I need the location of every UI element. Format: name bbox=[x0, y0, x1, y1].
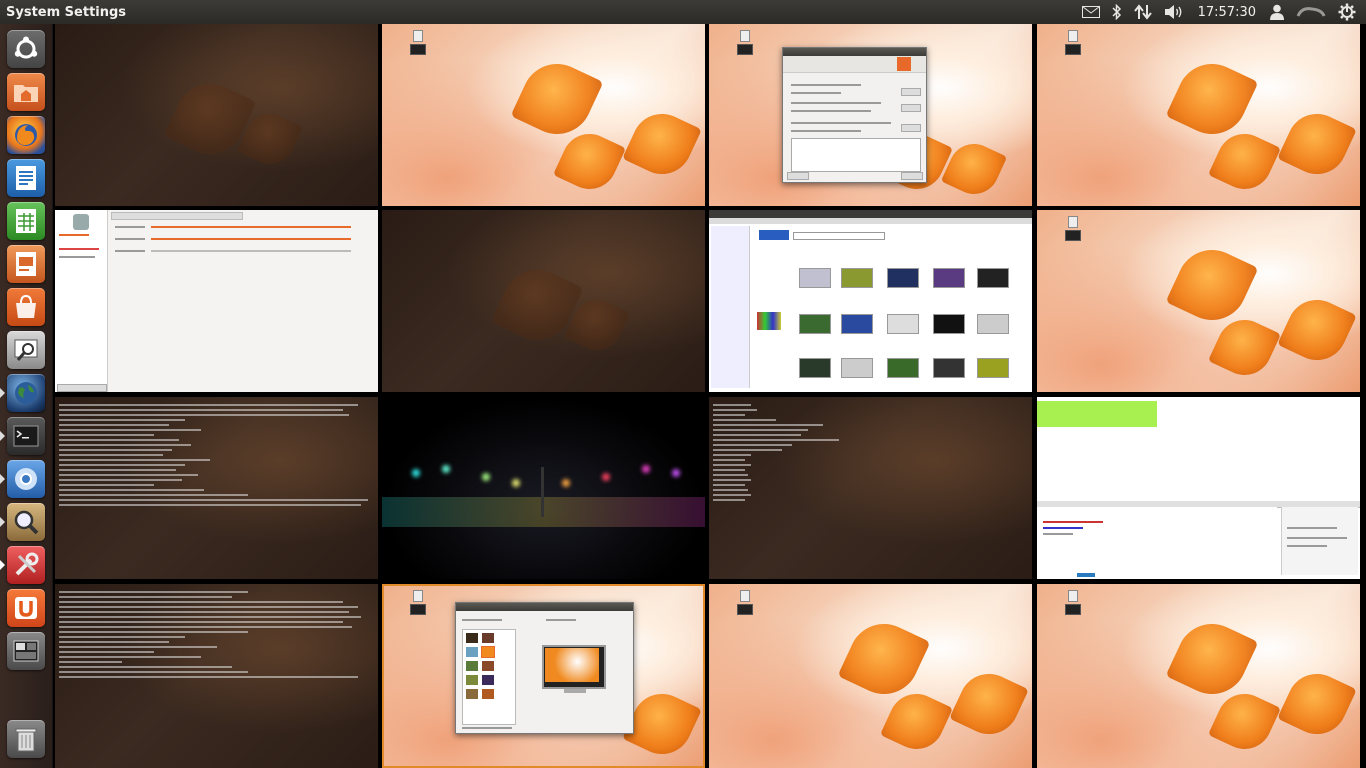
magnifier-tool-icon bbox=[14, 339, 38, 361]
chromium-icon bbox=[15, 468, 37, 490]
active-indicator bbox=[0, 560, 5, 570]
wallpaper-leaf bbox=[1165, 612, 1259, 706]
wallpaper-leaf bbox=[1277, 104, 1357, 184]
active-window-title: System Settings bbox=[6, 4, 127, 20]
wallpaper-leaf bbox=[510, 52, 604, 146]
desktop-icon bbox=[1065, 590, 1081, 615]
volume-icon[interactable] bbox=[1158, 0, 1190, 24]
folder-icon bbox=[14, 85, 38, 102]
workspace-2[interactable] bbox=[382, 24, 705, 206]
running-indicator bbox=[0, 431, 5, 441]
terminal-icon bbox=[13, 425, 39, 447]
wallpaper-leaf bbox=[1277, 290, 1357, 370]
impress-icon bbox=[16, 252, 36, 276]
user-status-icon bbox=[1290, 0, 1332, 24]
workspace-9[interactable] bbox=[55, 397, 378, 579]
workspace-12[interactable] bbox=[1037, 397, 1360, 579]
clock[interactable]: 17:57:30 bbox=[1190, 5, 1264, 20]
mail-icon[interactable] bbox=[1076, 0, 1106, 24]
desktop-icon bbox=[1065, 30, 1081, 55]
launcher-home-folder[interactable] bbox=[7, 73, 45, 111]
desktop-icon bbox=[1065, 216, 1081, 241]
workspace-11[interactable] bbox=[709, 397, 1032, 579]
wallpaper-leaf bbox=[940, 135, 1008, 203]
top-panel: System Settings 17:57:30 bbox=[0, 0, 1366, 24]
running-indicator bbox=[0, 517, 5, 527]
magnifier-icon bbox=[14, 510, 39, 535]
network-icon[interactable] bbox=[1128, 0, 1158, 24]
calc-icon bbox=[16, 209, 36, 233]
workspace-7[interactable] bbox=[709, 210, 1032, 392]
wallpaper-leaf bbox=[1165, 52, 1259, 146]
workspace-4[interactable] bbox=[1037, 24, 1360, 206]
firefox-icon bbox=[15, 124, 37, 146]
software-center-icon bbox=[16, 295, 36, 318]
wallpaper-leaf bbox=[1277, 664, 1357, 744]
workspace-5[interactable] bbox=[55, 210, 378, 392]
mini-window-appearance[interactable] bbox=[455, 602, 634, 734]
trash-icon bbox=[15, 728, 37, 752]
workspace-3[interactable] bbox=[709, 24, 1032, 206]
terminal-output bbox=[59, 401, 374, 575]
launcher-workspace-switcher[interactable] bbox=[7, 632, 45, 670]
wallpaper-leaf bbox=[1207, 124, 1282, 199]
running-indicator bbox=[0, 388, 5, 398]
wallpaper-leaf bbox=[1207, 684, 1282, 759]
user-icon[interactable] bbox=[1264, 0, 1290, 24]
writer-icon bbox=[16, 166, 36, 190]
launcher-terminal[interactable] bbox=[7, 417, 45, 455]
launcher-ubuntu-one[interactable] bbox=[7, 589, 45, 627]
workspace-14-current[interactable] bbox=[382, 584, 705, 768]
desktop-icon bbox=[410, 590, 426, 615]
workspace-16[interactable] bbox=[1037, 584, 1360, 768]
launcher-image-viewer[interactable] bbox=[7, 503, 45, 541]
launcher-calc[interactable] bbox=[7, 202, 45, 240]
terminal-output bbox=[713, 401, 1028, 575]
desktop-icon bbox=[737, 30, 753, 55]
launcher-trash[interactable] bbox=[7, 720, 45, 758]
launcher-firefox[interactable] bbox=[7, 116, 45, 154]
workspace-6[interactable] bbox=[382, 210, 705, 392]
wallpaper-leaf bbox=[879, 684, 954, 759]
launcher bbox=[0, 24, 53, 768]
launcher-software-center[interactable] bbox=[7, 288, 45, 326]
launcher-impress[interactable] bbox=[7, 245, 45, 283]
ubuntu-one-icon bbox=[15, 597, 37, 619]
bluetooth-icon[interactable] bbox=[1106, 0, 1128, 24]
launcher-system-tool[interactable] bbox=[7, 331, 45, 369]
launcher-chromium[interactable] bbox=[7, 460, 45, 498]
indicator-area: 17:57:30 bbox=[1076, 0, 1362, 24]
wallpaper-leaf bbox=[837, 612, 931, 706]
mini-window-settings-dialog[interactable] bbox=[782, 47, 927, 183]
wallpaper-leaf bbox=[949, 664, 1029, 744]
wallpaper-leaf bbox=[552, 124, 627, 199]
launcher-earth-browser[interactable] bbox=[7, 374, 45, 412]
wallpaper-leaf bbox=[1207, 310, 1282, 385]
workspace-1[interactable] bbox=[55, 24, 378, 206]
workspace-15[interactable] bbox=[709, 584, 1032, 768]
workspace-13[interactable] bbox=[55, 584, 378, 768]
running-indicator bbox=[0, 474, 5, 484]
session-icon[interactable] bbox=[1332, 0, 1362, 24]
workspace-switcher-icon bbox=[13, 640, 39, 662]
ubuntu-logo-icon bbox=[14, 36, 38, 59]
wallpaper-leaf bbox=[622, 104, 702, 184]
globe-icon bbox=[15, 382, 37, 404]
launcher-system-settings[interactable] bbox=[7, 546, 45, 584]
wallpaper-leaf bbox=[1165, 238, 1259, 332]
wallpaper-leaf bbox=[622, 684, 702, 764]
desktop-icon bbox=[737, 590, 753, 615]
launcher-writer[interactable] bbox=[7, 159, 45, 197]
desktop-icon bbox=[410, 30, 426, 55]
terminal-output bbox=[59, 588, 374, 764]
settings-tools-icon bbox=[15, 552, 39, 576]
workspace-8[interactable] bbox=[1037, 210, 1360, 392]
dash-home-button[interactable] bbox=[7, 30, 45, 68]
workspace-10[interactable] bbox=[382, 397, 705, 579]
